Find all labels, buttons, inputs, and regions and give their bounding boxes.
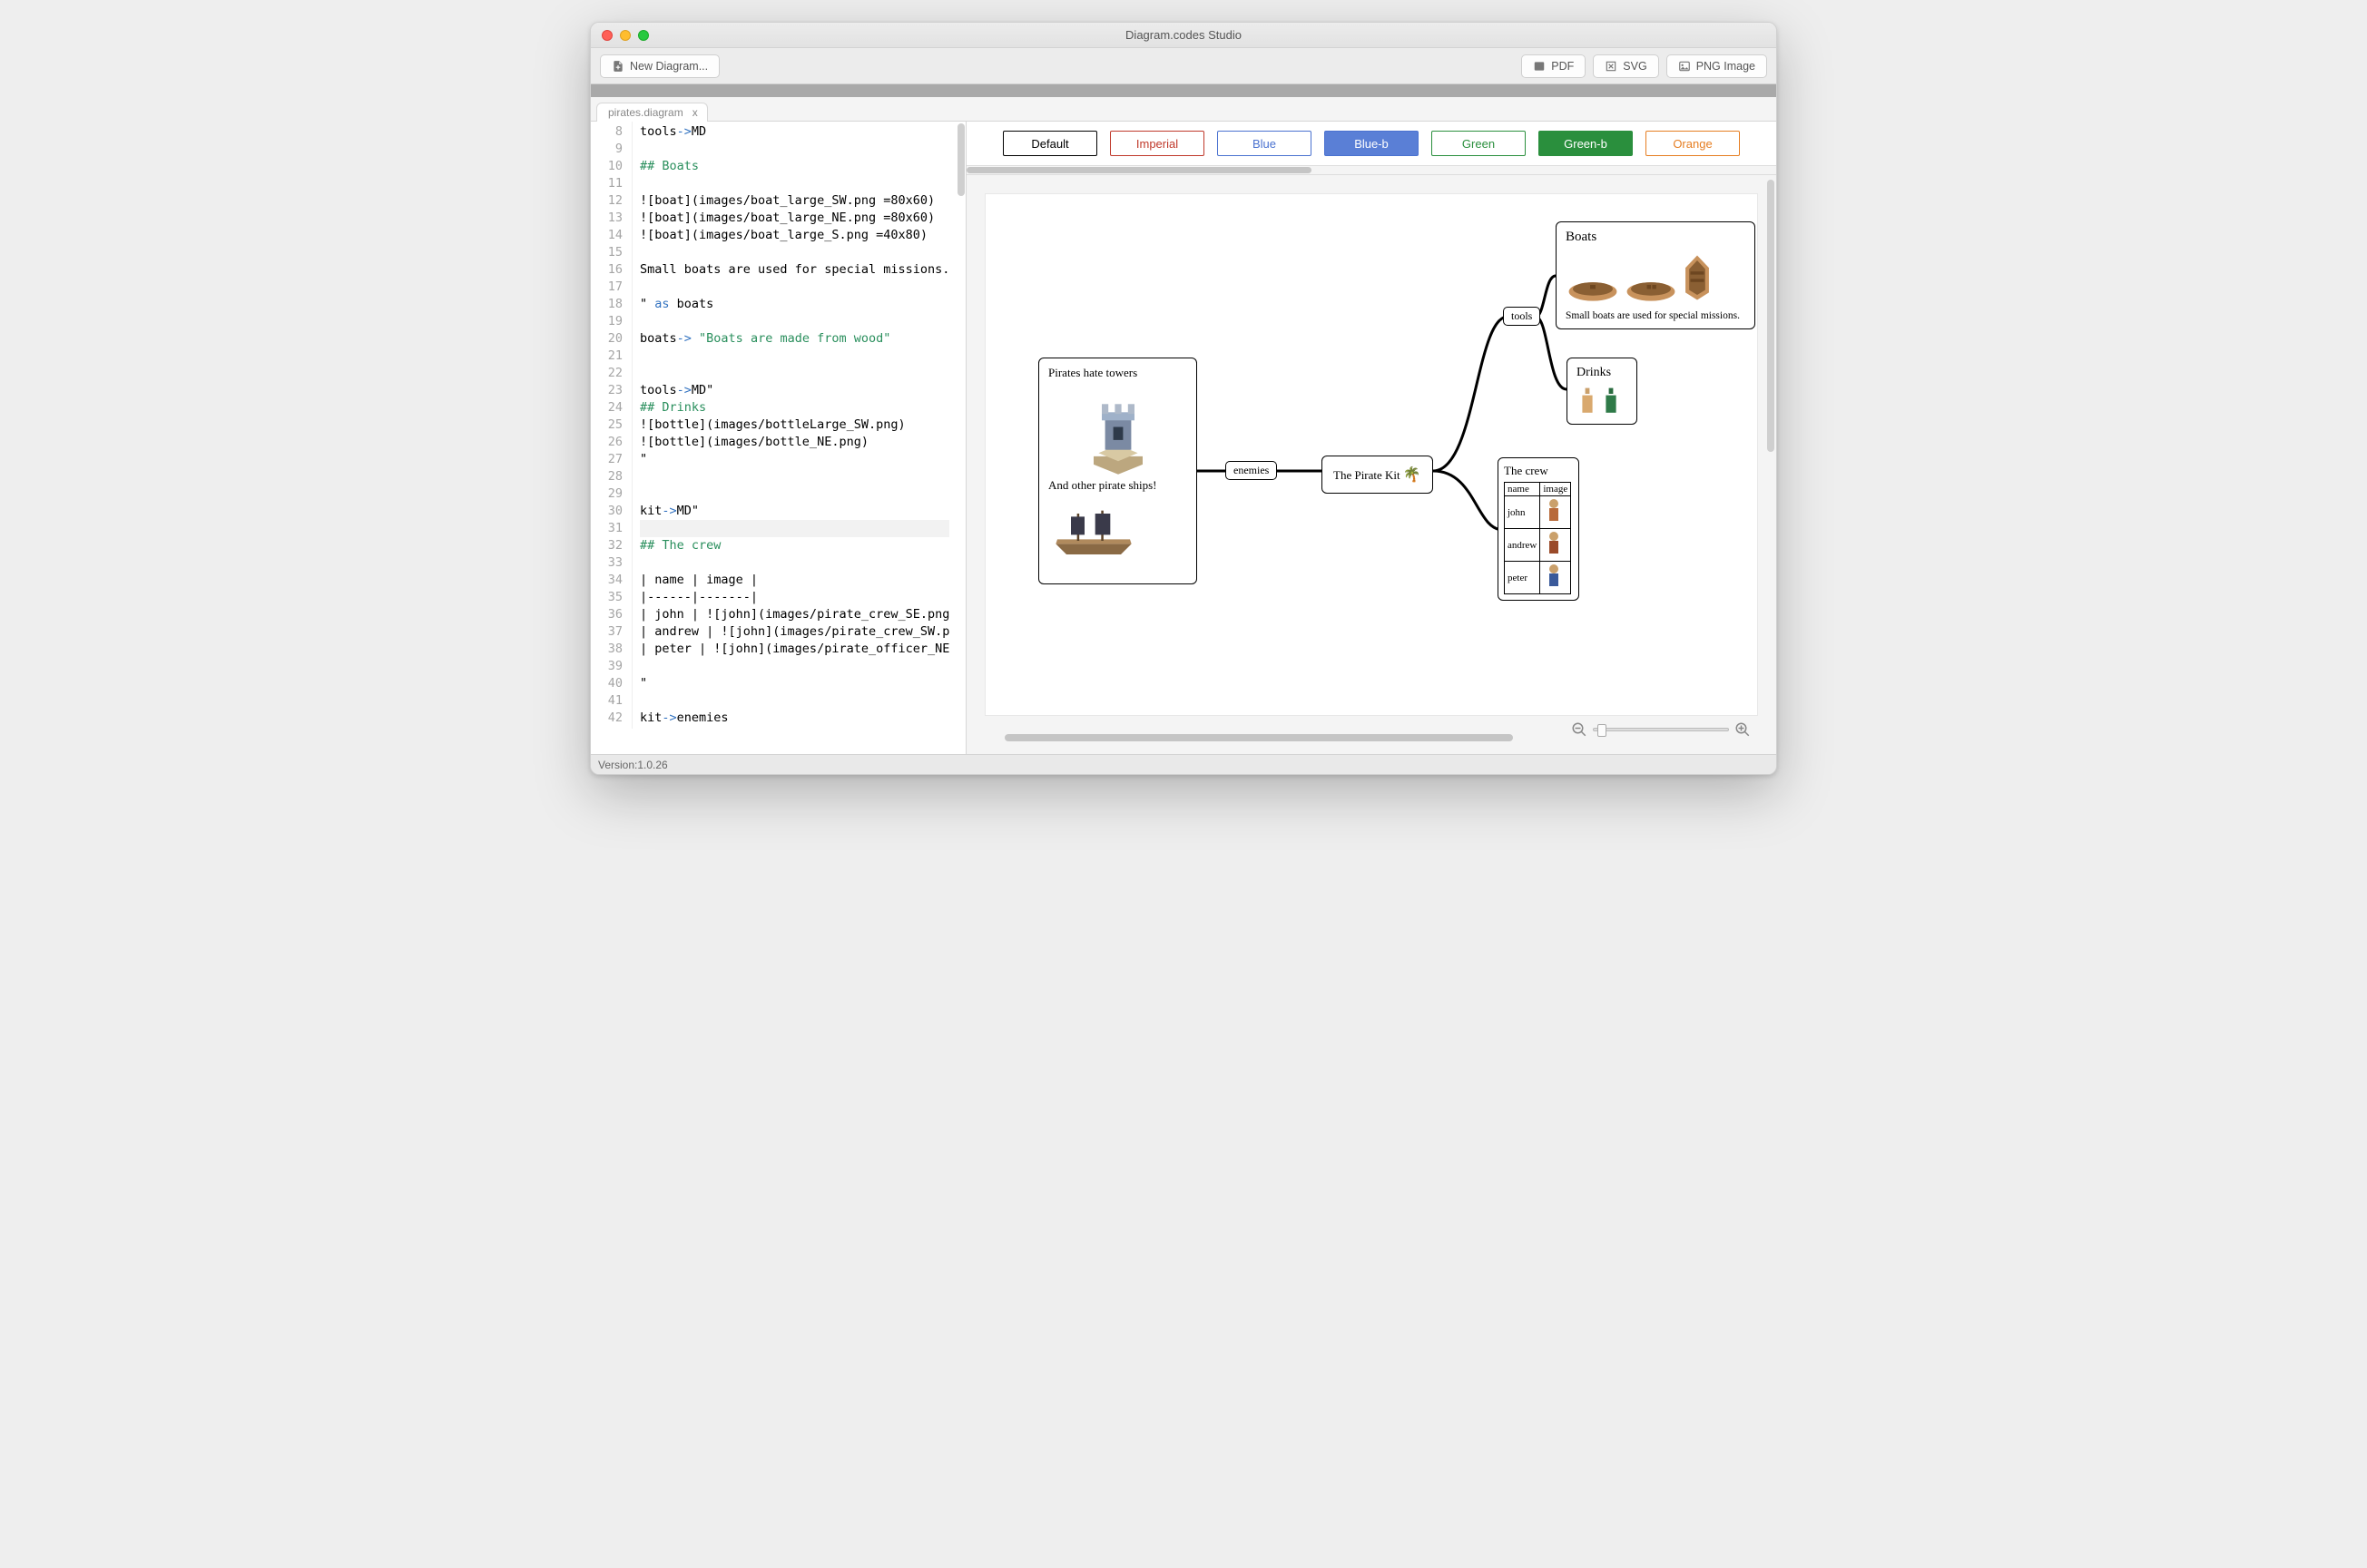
pdf-icon [1533,60,1546,73]
drinks-images [1576,386,1627,416]
editor-tabs: pirates.diagram x [591,97,1776,121]
theme-button-orange[interactable]: Orange [1645,131,1740,156]
theme-button-green[interactable]: Green [1431,131,1526,156]
crew-title: The crew [1504,464,1573,478]
window-title: Diagram.codes Studio [591,28,1776,42]
line-gutter: 8910111213141516171819202122232425262728… [591,122,633,729]
app-window: Diagram.codes Studio New Diagram... PDF … [590,22,1777,775]
image-icon [1678,60,1691,73]
theme-button-default[interactable]: Default [1003,131,1097,156]
edge-label-tools[interactable]: tools [1503,307,1540,326]
drinks-title: Drinks [1576,366,1627,380]
new-diagram-label: New Diagram... [630,60,708,73]
boat-icon [1624,265,1678,305]
theme-button-green-b[interactable]: Green-b [1538,131,1633,156]
node-boats[interactable]: Boats Small boats are used for special m… [1556,221,1755,329]
boat-icon [1566,265,1620,305]
center-label: The Pirate Kit [1333,468,1400,482]
tab-close-icon[interactable]: x [692,106,698,119]
ship-icon [1048,498,1139,565]
version-label: Version:1.0.26 [598,759,668,771]
crew-table: name image john andrew [1504,482,1571,594]
canvas-pane: Default Imperial Blue Blue-b Green Green-b Ora… [967,122,1776,754]
zoom-slider-knob[interactable] [1597,724,1606,737]
zoom-in-icon[interactable] [1734,721,1751,738]
boats-title: Boats [1566,230,1745,245]
file-plus-icon [612,60,624,73]
export-png-label: PNG Image [1696,60,1755,73]
code-lines[interactable]: tools->MD ## Boats ![boat](images/boat_l… [633,122,949,729]
export-svg-label: SVG [1623,60,1646,73]
theme-scrollbar[interactable] [967,166,1776,175]
zoom-out-icon[interactable] [1571,721,1587,738]
canvas-vscrollbar[interactable] [1767,180,1774,452]
canvas-bottom-bar [985,716,1758,743]
diagram-stage[interactable]: Pirates hate towers [985,193,1758,716]
export-png-button[interactable]: PNG Image [1666,54,1767,78]
theme-button-imperial[interactable]: Imperial [1110,131,1204,156]
editor-scrollbar[interactable] [958,123,965,196]
editor-tab-active[interactable]: pirates.diagram x [596,103,708,122]
tower-icon [1077,386,1159,476]
palm-tree-icon: 🌴 [1403,467,1421,483]
export-pdf-label: PDF [1551,60,1574,73]
theme-button-blue-b[interactable]: Blue-b [1324,131,1419,156]
crew-row-name: john [1505,496,1540,529]
tab-label: pirates.diagram [608,106,683,119]
node-crew[interactable]: The crew name image john [1498,457,1579,601]
crew-row-name: andrew [1505,529,1540,562]
theme-button-blue[interactable]: Blue [1217,131,1311,156]
status-bar: Version:1.0.26 [591,754,1776,774]
new-diagram-button[interactable]: New Diagram... [600,54,720,78]
toolbar-shadow-strip [591,84,1776,97]
node-drinks[interactable]: Drinks [1567,358,1637,425]
pirate-icon [1543,530,1565,557]
crew-th-name: name [1505,483,1540,496]
boat-icon [1682,250,1713,305]
pirate-icon [1543,563,1565,590]
export-svg-button[interactable]: SVG [1593,54,1658,78]
bottle-icon [1576,386,1598,416]
enemies-line2: And other pirate ships! [1048,478,1187,493]
node-center[interactable]: The Pirate Kit 🌴 [1321,456,1433,494]
crew-th-image: image [1540,483,1571,496]
crew-row-name: peter [1505,562,1540,594]
zoom-slider[interactable] [1593,728,1729,731]
code-editor[interactable]: 8910111213141516171819202122232425262728… [591,122,967,754]
pirate-icon [1543,497,1565,524]
svg-icon [1605,60,1617,73]
boats-caption: Small boats are used for special mission… [1566,310,1745,321]
edge-label-enemies[interactable]: enemies [1225,461,1277,480]
theme-selector-strip: Default Imperial Blue Blue-b Green Green-b Ora… [967,122,1776,166]
enemies-line1: Pirates hate towers [1048,366,1187,380]
titlebar: Diagram.codes Studio [591,23,1776,48]
toolbar: New Diagram... PDF SVG PNG Image [591,48,1776,84]
boats-images [1566,250,1745,305]
canvas-hscrollbar[interactable] [1005,734,1513,741]
node-enemies[interactable]: Pirates hate towers [1038,358,1197,584]
bottle-icon [1600,386,1622,416]
export-pdf-button[interactable]: PDF [1521,54,1586,78]
